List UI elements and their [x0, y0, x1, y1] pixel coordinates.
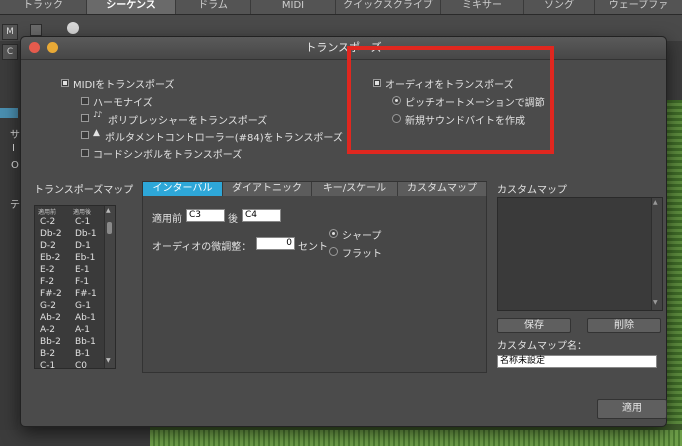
tab-diatonic[interactable]: ダイアトニック: [223, 182, 312, 196]
track-letter-4: テ: [10, 200, 20, 211]
app-tab-drum[interactable]: ドラム: [176, 0, 251, 14]
map-header-from: 適用前: [38, 209, 57, 216]
poly-pressure-icon: ♪♪: [93, 110, 102, 119]
midi-transpose-label: MIDIをトランスポーズ: [73, 80, 175, 91]
dialog-titlebar: トランスポーズ: [21, 37, 666, 60]
transpose-map-list[interactable]: 適用前 適用後 C-2 C-1 Db-2 Db-1 D-2 D-1 Eb-2 Eb-1 E-2 E…: [34, 205, 116, 369]
scroll-down-icon[interactable]: ▼: [106, 357, 111, 364]
map-row-from[interactable]: E-2: [40, 265, 55, 275]
map-row-to[interactable]: B-1: [75, 349, 90, 359]
map-row-from[interactable]: Bb-2: [40, 337, 61, 347]
record-toggle[interactable]: [30, 24, 42, 36]
highlight-box: [347, 46, 554, 154]
mute-button[interactable]: M: [2, 24, 18, 40]
to-label: 後: [228, 214, 238, 225]
custom-map-list[interactable]: ▲ ▼: [497, 197, 663, 311]
midi-transpose-checkbox[interactable]: [61, 79, 69, 87]
app-tab-midi[interactable]: MIDI: [251, 0, 336, 14]
from-note-input[interactable]: C3: [186, 209, 225, 222]
to-note-input[interactable]: C4: [242, 209, 281, 222]
portamento-label: ポルタメントコントローラー(#84)をトランスポーズ: [105, 133, 343, 144]
map-row-to[interactable]: F#-1: [75, 289, 97, 299]
poly-pressure-label: ポリプレッシャーをトランスポーズ: [108, 116, 268, 127]
tab-panel: インターバル ダイアトニック キー/スケール カスタムマップ 適用前 C3 後 …: [142, 181, 487, 373]
track-letter-3: O: [11, 160, 19, 171]
sharp-label: シャープ: [342, 231, 382, 242]
app-tab-waveform[interactable]: ウェーブファ: [595, 0, 682, 14]
map-header-to: 適用後: [73, 209, 92, 216]
map-scroll-thumb[interactable]: [107, 222, 112, 234]
custom-map-scrollbar[interactable]: ▲ ▼: [651, 198, 662, 310]
track-sidebar: [0, 100, 18, 430]
c-button[interactable]: C: [2, 44, 18, 60]
poly-pressure-checkbox[interactable]: [81, 114, 89, 122]
map-row-from[interactable]: F#-2: [40, 289, 62, 299]
waveform-bottom-fill: [150, 430, 682, 446]
custom-map-title: カスタムマップ: [497, 185, 567, 196]
map-row-to[interactable]: Eb-1: [75, 253, 95, 263]
app-tab-bar: トラック シーケンス ドラム MIDI クイックスクライブ ミキサー ソング ウ…: [0, 0, 682, 15]
flat-radio[interactable]: [329, 247, 338, 256]
map-row-from[interactable]: B-2: [40, 349, 55, 359]
harmonize-label: ハーモナイズ: [93, 98, 153, 109]
portamento-icon: ▲: [93, 128, 100, 138]
scroll-up-icon[interactable]: ▲: [106, 207, 111, 214]
map-row-to[interactable]: F-1: [75, 277, 89, 287]
track-letter-2: I: [12, 143, 15, 154]
track-letter-1: サ: [10, 130, 20, 141]
knob-icon[interactable]: [67, 22, 79, 34]
map-row-to[interactable]: Bb-1: [75, 337, 96, 347]
tab-interval[interactable]: インターバル: [143, 182, 223, 196]
fine-tune-label: オーディオの微調整：: [152, 242, 252, 253]
map-row-from[interactable]: A-2: [40, 325, 55, 335]
harmonize-checkbox[interactable]: [81, 97, 89, 105]
chord-symbol-checkbox[interactable]: [81, 149, 89, 157]
map-row-from[interactable]: Db-2: [40, 229, 62, 239]
app-tab-sequence[interactable]: シーケンス: [87, 0, 176, 14]
flat-label: フラット: [342, 249, 382, 260]
dialog-title: トランスポーズ: [305, 41, 382, 54]
map-row-to[interactable]: Ab-1: [75, 313, 96, 323]
chord-symbol-label: コードシンボルをトランスポーズ: [93, 150, 243, 161]
map-row-to[interactable]: C0: [75, 361, 87, 368]
sharp-radio[interactable]: [329, 229, 338, 238]
app-tab-song[interactable]: ソング: [524, 0, 595, 14]
map-row-from[interactable]: Ab-2: [40, 313, 61, 323]
portamento-checkbox[interactable]: [81, 131, 89, 139]
fine-tune-input[interactable]: 0: [256, 237, 295, 250]
tab-custom-map[interactable]: カスタムマップ: [398, 182, 487, 196]
app-tab-mixer[interactable]: ミキサー: [441, 0, 524, 14]
map-row-to[interactable]: C-1: [75, 217, 90, 227]
map-scrollbar[interactable]: ▲ ▼: [104, 206, 115, 368]
scroll-down-icon[interactable]: ▼: [653, 299, 658, 306]
map-row-from[interactable]: D-2: [40, 241, 56, 251]
map-row-to[interactable]: A-1: [75, 325, 90, 335]
save-button[interactable]: 保存: [497, 318, 571, 333]
map-row-from[interactable]: F-2: [40, 277, 54, 287]
transpose-dialog: トランスポーズ MIDIをトランスポーズ ハーモナイズ ♪♪ ポリプレッシャーを…: [20, 36, 667, 427]
map-row-to[interactable]: Db-1: [75, 229, 97, 239]
apply-button[interactable]: 適用: [597, 399, 667, 419]
transpose-map-title: トランスポーズマップ: [34, 185, 134, 196]
delete-button[interactable]: 削除: [587, 318, 661, 333]
map-row-to[interactable]: G-1: [75, 301, 91, 311]
app-tab-track[interactable]: トラック: [0, 0, 87, 14]
custom-map-name-input[interactable]: 名称未設定: [497, 355, 657, 368]
map-row-from[interactable]: G-2: [40, 301, 56, 311]
custom-map-name-label: カスタムマップ名：: [497, 341, 587, 352]
map-row-from[interactable]: C-1: [40, 361, 55, 368]
map-row-to[interactable]: E-1: [75, 265, 90, 275]
map-row-to[interactable]: D-1: [75, 241, 91, 251]
map-row-from[interactable]: Eb-2: [40, 253, 60, 263]
tab-key-scale[interactable]: キー/スケール: [312, 182, 398, 196]
fine-tune-unit: セント: [298, 242, 328, 253]
from-label: 適用前: [152, 214, 182, 225]
scroll-up-icon[interactable]: ▲: [653, 199, 658, 206]
waveform-right: [666, 100, 682, 424]
app-tab-quickscribe[interactable]: クイックスクライブ: [336, 0, 441, 14]
track-selection-strip: [0, 108, 18, 118]
map-row-from[interactable]: C-2: [40, 217, 55, 227]
